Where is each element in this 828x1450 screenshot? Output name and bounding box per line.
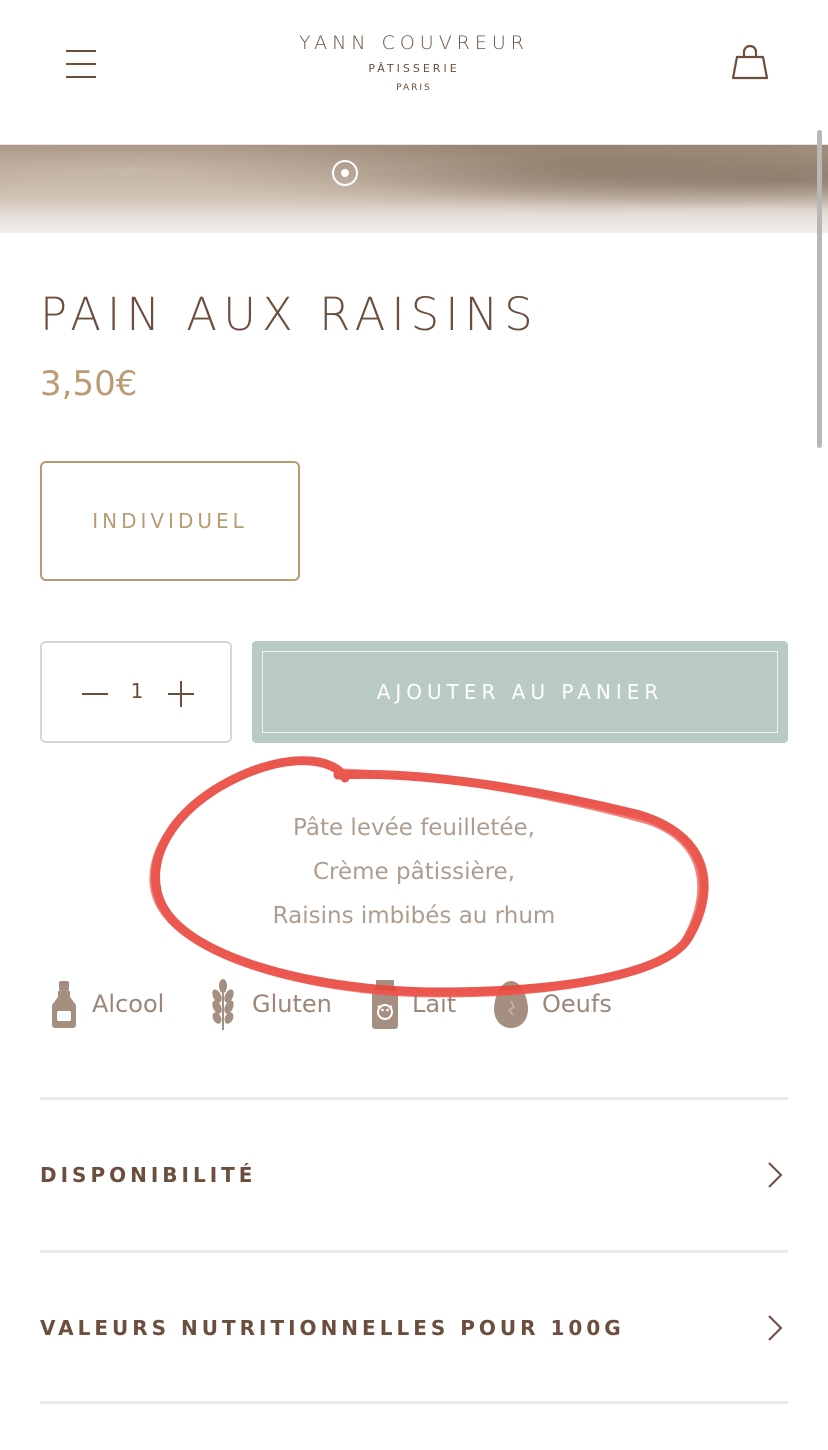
carousel-dot-active[interactable] <box>332 160 358 186</box>
chevron-right-icon <box>768 1315 783 1341</box>
allergen-label: Gluten <box>252 990 332 1018</box>
ingredients-list: Pâte levée feuilletée, Crème pâtissière,… <box>120 806 708 938</box>
shopping-bag-icon[interactable] <box>731 42 769 82</box>
allergen-lait: Lait <box>370 972 456 1036</box>
page-scrollbar[interactable] <box>817 130 822 448</box>
accordion-disponibilite[interactable]: DISPONIBILITÉ <box>40 1100 788 1250</box>
add-to-cart-button[interactable]: AJOUTER AU PANIER <box>252 641 788 743</box>
allergen-label: Lait <box>412 990 457 1018</box>
milk-carton-icon <box>372 980 398 1029</box>
logo-name: YANN COUVREUR <box>298 32 530 54</box>
increase-quantity-button[interactable] <box>166 679 196 709</box>
product-price: 3,50€ <box>40 364 138 404</box>
wheat-icon <box>212 979 234 1030</box>
logo-subtitle: PÂTISSERIE <box>368 62 460 75</box>
ingredient-line: Raisins imbibés au rhum <box>272 903 556 929</box>
accordion-label: DISPONIBILITÉ <box>40 1163 257 1187</box>
accordion-label: VALEURS NUTRITIONNELLES POUR 100G <box>40 1316 625 1340</box>
chevron-right-icon <box>768 1162 783 1188</box>
variant-option-individuel[interactable]: INDIVIDUEL <box>40 461 300 581</box>
product-title: PAIN AUX RAISINS <box>40 288 539 341</box>
site-header: YANN COUVREUR PÂTISSERIE PARIS <box>0 0 828 145</box>
accordion-valeurs-nutritionnelles[interactable]: VALEURS NUTRITIONNELLES POUR 100G <box>40 1253 788 1403</box>
allergen-alcool: Alcool <box>48 972 164 1036</box>
bottle-icon <box>52 981 76 1028</box>
hamburger-menu-icon[interactable] <box>64 46 98 82</box>
logo-city: PARIS <box>396 83 432 93</box>
brand-logo[interactable]: YANN COUVREUR PÂTISSERIE PARIS <box>260 32 568 93</box>
add-to-cart-label: AJOUTER AU PANIER <box>262 651 778 733</box>
allergen-gluten: Gluten <box>206 972 332 1036</box>
allergen-label: Oeufs <box>542 990 612 1018</box>
ingredient-line: Crème pâtissière, <box>312 859 516 885</box>
quantity-stepper: 1 <box>40 641 232 743</box>
divider <box>40 1401 788 1404</box>
egg-icon <box>494 981 528 1028</box>
product-image[interactable] <box>0 145 828 233</box>
allergen-oeufs: Oeufs <box>492 972 612 1036</box>
allergen-label: Alcool <box>92 990 165 1018</box>
quantity-value[interactable]: 1 <box>122 679 152 703</box>
decrease-quantity-button[interactable] <box>80 679 110 709</box>
ingredient-line: Pâte levée feuilletée, <box>293 815 535 841</box>
